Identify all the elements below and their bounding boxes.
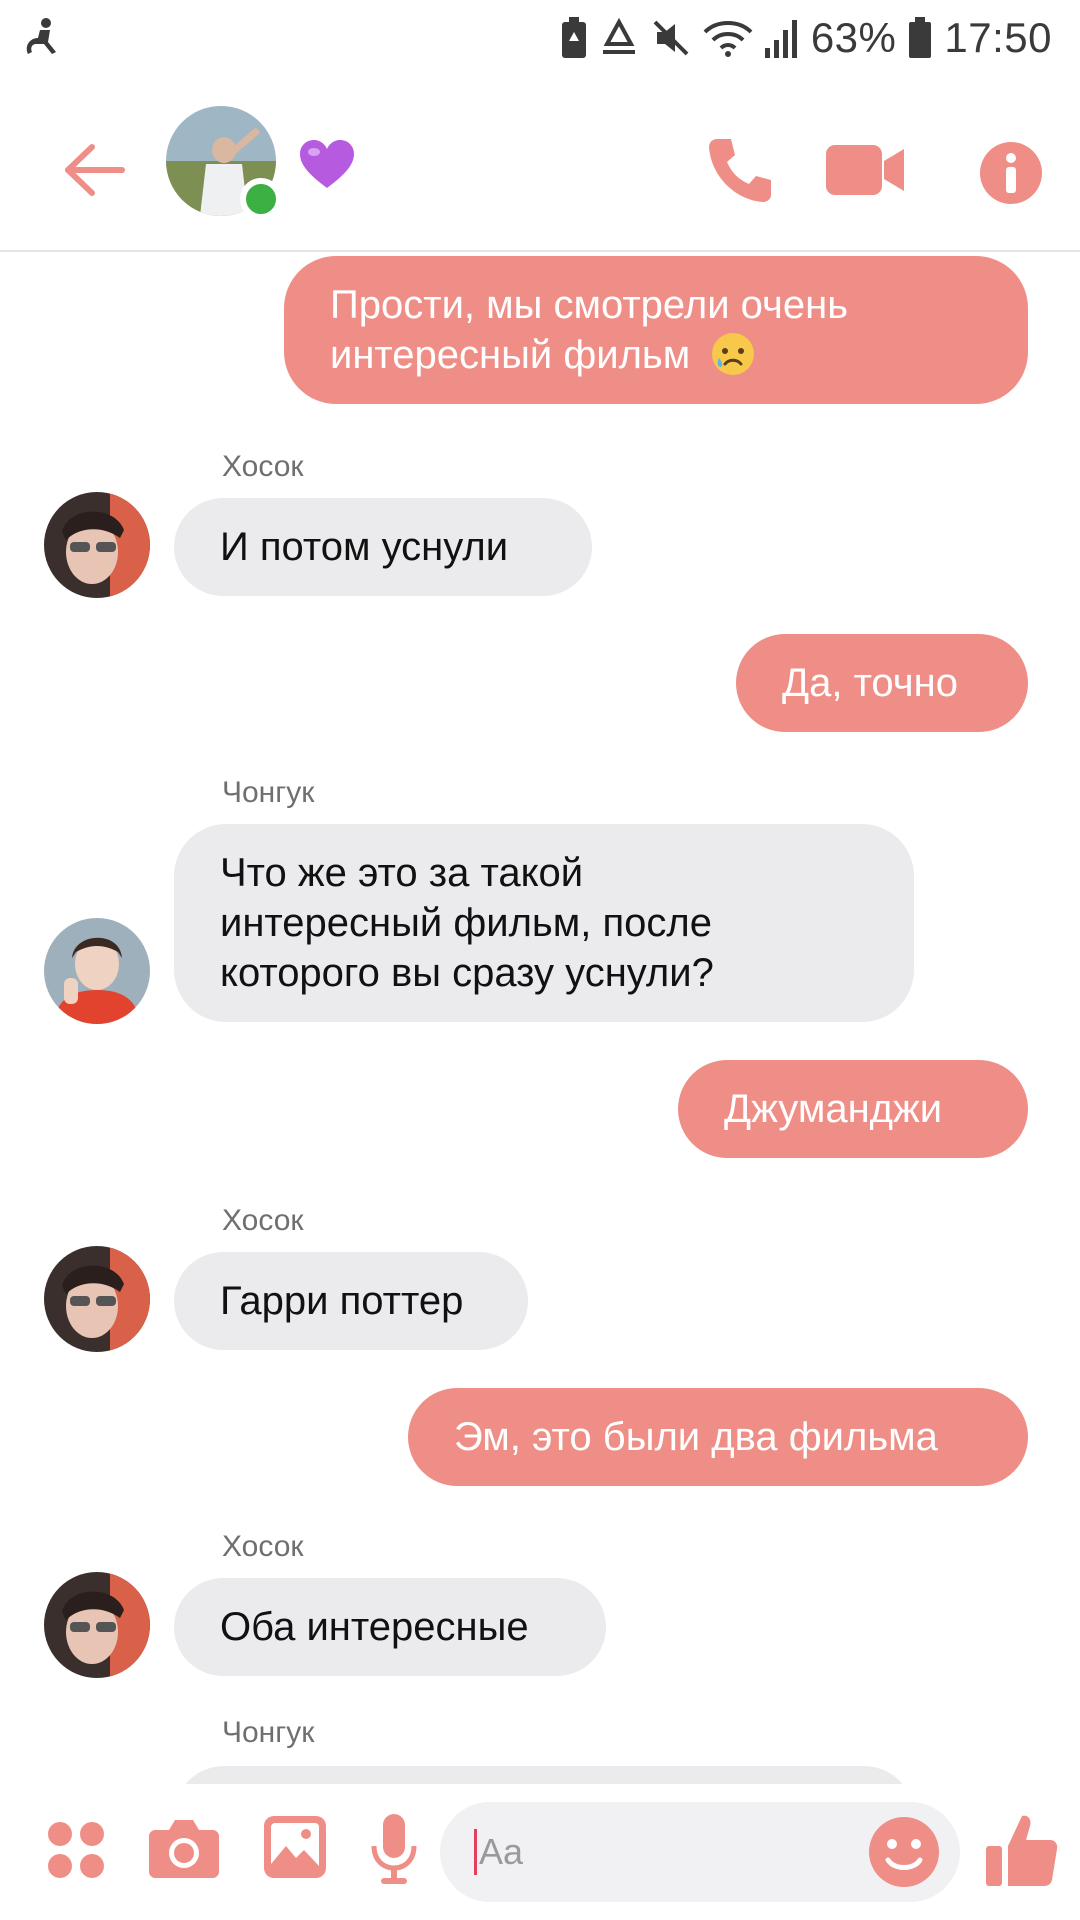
sender-name: Хосок bbox=[222, 1204, 304, 1237]
video-camera-icon bbox=[826, 145, 904, 195]
incoming-message-bubble[interactable] bbox=[174, 1766, 914, 1784]
accessibility-icon bbox=[26, 18, 56, 54]
message-line: интересный фильм, после bbox=[220, 901, 712, 945]
incoming-message-bubble[interactable]: Что же это за такой интересный фильм, по… bbox=[174, 824, 914, 1022]
status-time: 17:50 bbox=[944, 14, 1052, 61]
info-button[interactable] bbox=[964, 126, 1058, 220]
back-arrow-icon bbox=[65, 144, 125, 196]
camera-button[interactable] bbox=[148, 1814, 220, 1882]
messenger-screen: 63% 17:50 Прости, мы смотрели очень инте… bbox=[0, 0, 1080, 1920]
outgoing-message-bubble[interactable]: Да, точно bbox=[736, 634, 1028, 732]
emoji-button[interactable] bbox=[868, 1816, 940, 1888]
incoming-message-bubble[interactable]: Оба интересные bbox=[174, 1578, 606, 1676]
apps-button[interactable] bbox=[44, 1818, 108, 1882]
avatar-hoseok[interactable] bbox=[44, 1572, 150, 1678]
status-icons: 63% 17:50 bbox=[561, 12, 1052, 64]
message-line: Прости, мы смотрели очень bbox=[330, 283, 849, 327]
input-placeholder: Aa bbox=[479, 1831, 524, 1872]
voice-call-button[interactable] bbox=[694, 124, 786, 216]
like-button[interactable] bbox=[984, 1810, 1060, 1890]
sender-name: Хосок bbox=[222, 450, 304, 483]
emoji-icon bbox=[869, 1817, 939, 1887]
online-indicator bbox=[240, 178, 282, 220]
sender-name: Чонгук bbox=[222, 776, 315, 809]
avatar-hoseok[interactable] bbox=[44, 1246, 150, 1352]
incoming-message-bubble[interactable]: Гарри поттер bbox=[174, 1252, 528, 1350]
sad-tear-face-emoji bbox=[712, 333, 755, 375]
incoming-message-bubble[interactable]: И потом уснули bbox=[174, 498, 592, 596]
battery-percent: 63% bbox=[810, 14, 897, 61]
sender-name: Хосок bbox=[222, 1530, 304, 1563]
purple-heart-icon bbox=[300, 140, 354, 188]
battery-icon bbox=[909, 17, 932, 58]
microphone-button[interactable] bbox=[368, 1812, 420, 1888]
message-list[interactable]: Прости, мы смотрели очень интересный фил… bbox=[0, 254, 1080, 1784]
message-line: Оба интересные bbox=[220, 1605, 529, 1649]
message-input[interactable]: Aa bbox=[440, 1802, 960, 1902]
recycle-icon bbox=[602, 18, 635, 54]
group-avatar-button[interactable] bbox=[166, 106, 282, 220]
message-line: Да, точно bbox=[782, 661, 958, 705]
sender-name: Чонгук bbox=[222, 1716, 315, 1749]
message-line: Джуманджи bbox=[724, 1087, 943, 1131]
mute-icon bbox=[653, 20, 689, 56]
message-line: которого вы сразу уснули? bbox=[220, 951, 714, 995]
apps-grid-icon bbox=[48, 1822, 104, 1878]
status-bar: 63% 17:50 bbox=[0, 0, 1080, 76]
thumbs-up-icon bbox=[986, 1815, 1058, 1886]
avatar-hoseok[interactable] bbox=[44, 492, 150, 598]
info-icon bbox=[980, 142, 1042, 204]
wifi-icon bbox=[703, 21, 753, 57]
outgoing-message-bubble[interactable]: Джуманджи bbox=[678, 1060, 1028, 1158]
back-button[interactable] bbox=[52, 128, 136, 212]
chat-header bbox=[0, 80, 1080, 252]
outgoing-message-bubble[interactable]: Эм, это были два фильма bbox=[408, 1388, 1028, 1486]
message-composer: Aa bbox=[0, 1784, 1080, 1920]
phone-icon bbox=[709, 139, 771, 202]
avatar-jungkook[interactable] bbox=[44, 918, 150, 1024]
message-line: Эм, это были два фильма bbox=[454, 1415, 938, 1459]
outgoing-message-bubble[interactable]: Прости, мы смотрели очень интересный фил… bbox=[284, 256, 1028, 404]
video-call-button[interactable] bbox=[818, 128, 914, 212]
gallery-button[interactable] bbox=[262, 1814, 328, 1880]
battery-saver-icon bbox=[561, 17, 586, 58]
camera-icon bbox=[149, 1820, 219, 1878]
message-line: интересный фильм bbox=[330, 333, 691, 377]
message-line: Гарри поттер bbox=[220, 1279, 464, 1323]
signal-icon bbox=[764, 20, 797, 58]
microphone-icon bbox=[371, 1814, 417, 1884]
message-line: Что же это за такой bbox=[220, 851, 584, 895]
text-cursor bbox=[474, 1829, 477, 1875]
gallery-icon bbox=[264, 1816, 326, 1878]
message-line: И потом уснули bbox=[220, 525, 509, 569]
